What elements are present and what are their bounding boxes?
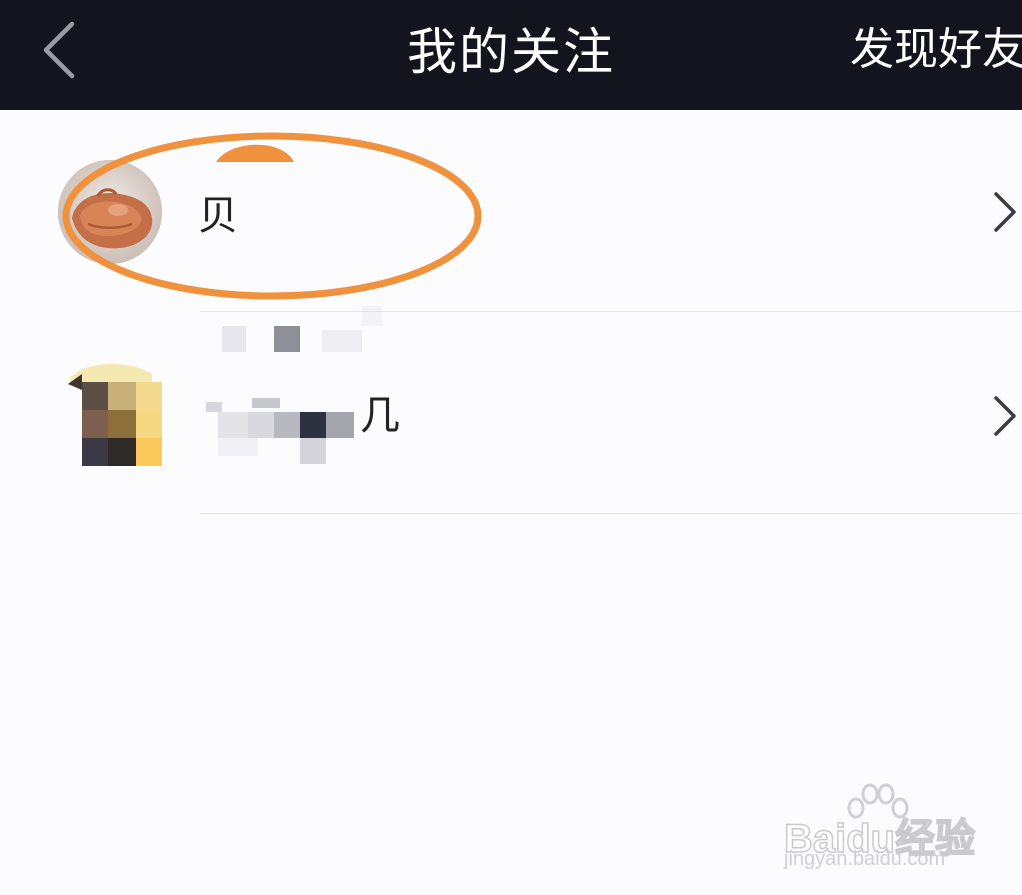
avatar[interactable] <box>64 360 164 466</box>
follow-list-item[interactable]: 几 <box>0 312 1022 514</box>
follow-name-visible: 贝 <box>198 193 238 239</box>
follow-name: 贝 <box>198 192 238 240</box>
watermark-url: jingyan.baidu.com <box>784 848 946 870</box>
hand-photo-avatar <box>58 160 162 264</box>
watermark-logo: Baidu经验 <box>783 816 976 862</box>
paw-icon <box>847 783 909 819</box>
mosaic-avatar <box>68 363 162 466</box>
follow-list-item[interactable]: 贝 <box>0 110 1022 352</box>
chevron-right-icon <box>994 192 1016 232</box>
follow-list: 贝 几 <box>0 110 1022 514</box>
row-divider <box>200 513 1022 514</box>
avatar[interactable] <box>58 160 162 264</box>
follow-name: 几 <box>360 392 400 440</box>
navigation-bar: 我的关注 发现好友 <box>0 0 1022 110</box>
discover-friends-button[interactable]: 发现好友 <box>850 22 1022 78</box>
follow-name-visible: 几 <box>360 393 400 439</box>
chevron-right-icon <box>994 396 1016 436</box>
watermark: Baidu经验 jingyan.baidu.com <box>783 783 976 874</box>
